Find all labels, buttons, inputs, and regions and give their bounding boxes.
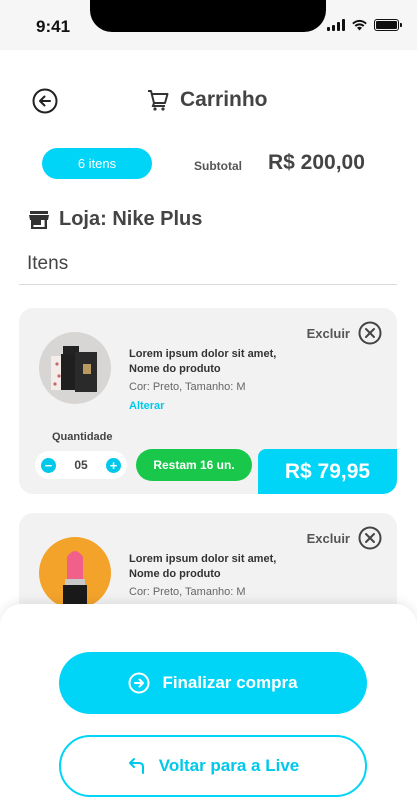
back-arrow-icon[interactable] (32, 88, 58, 114)
item-price: R$ 79,95 (258, 449, 397, 494)
product-variant: Cor: Preto, Tamanho: M (129, 381, 246, 393)
back-to-live-button[interactable]: Voltar para a Live (59, 735, 367, 797)
cart-item-card: Excluir Lorem ipsum dolor sit amet, Nome… (19, 308, 397, 494)
remove-item-button[interactable]: Excluir (307, 526, 382, 550)
signal-icon (327, 19, 345, 31)
decrease-quantity-button[interactable]: − (41, 457, 56, 473)
checkout-label: Finalizar compra (162, 673, 298, 692)
lipstick-product (63, 551, 87, 609)
back-to-live-label: Voltar para a Live (158, 756, 300, 775)
quantity-value: 05 (74, 458, 88, 472)
product-image (39, 537, 111, 609)
store-header: Loja: Nike Plus (28, 208, 202, 231)
store-name: Loja: Nike Plus (59, 208, 203, 230)
items-count-badge: 6 itens (42, 148, 152, 179)
return-arrow-icon (128, 758, 144, 774)
close-circle-icon (358, 321, 382, 345)
remove-label: Excluir (306, 325, 350, 341)
checkout-button[interactable]: Finalizar compra (59, 652, 367, 714)
quantity-label: Quantidade (52, 431, 113, 443)
wifi-icon (352, 19, 367, 31)
perfume-box-product (51, 346, 97, 392)
shopping-cart-icon (148, 90, 169, 111)
arrow-right-circle-icon (128, 672, 150, 694)
quantity-stepper: − 05 + (35, 451, 127, 479)
store-icon (29, 210, 49, 229)
product-name: Lorem ipsum dolor sit amet, Nome do prod… (129, 553, 277, 580)
page-title-text: Carrinho (180, 88, 268, 111)
battery-icon (374, 19, 402, 31)
bottom-action-sheet: Finalizar compra Voltar para a Live (0, 604, 417, 806)
status-bar: 9:41 (0, 0, 417, 50)
product-name: Lorem ipsum dolor sit amet, Nome do prod… (129, 348, 277, 375)
divider (19, 284, 397, 285)
close-circle-icon (358, 526, 382, 550)
subtotal-label: Subtotal (194, 159, 242, 173)
increase-quantity-button[interactable]: + (105, 457, 121, 473)
page-title: Carrinho (146, 88, 268, 112)
subtotal-value: R$ 200,00 (268, 151, 365, 174)
items-heading: Itens (27, 253, 69, 274)
remove-item-button[interactable]: Excluir (307, 321, 382, 345)
product-variant: Cor: Preto, Tamanho: M (129, 586, 246, 598)
remove-label: Excluir (306, 530, 350, 546)
status-icons (327, 19, 402, 31)
status-time: 9:41 (36, 17, 71, 36)
cart-summary: 6 itens Subtotal R$ 200,00 (0, 146, 417, 182)
device-notch (90, 0, 326, 32)
header: Carrinho (0, 78, 417, 122)
product-image (39, 332, 111, 404)
edit-variant-link[interactable]: Alterar (129, 400, 164, 412)
stock-badge: Restam 16 un. (136, 449, 252, 481)
